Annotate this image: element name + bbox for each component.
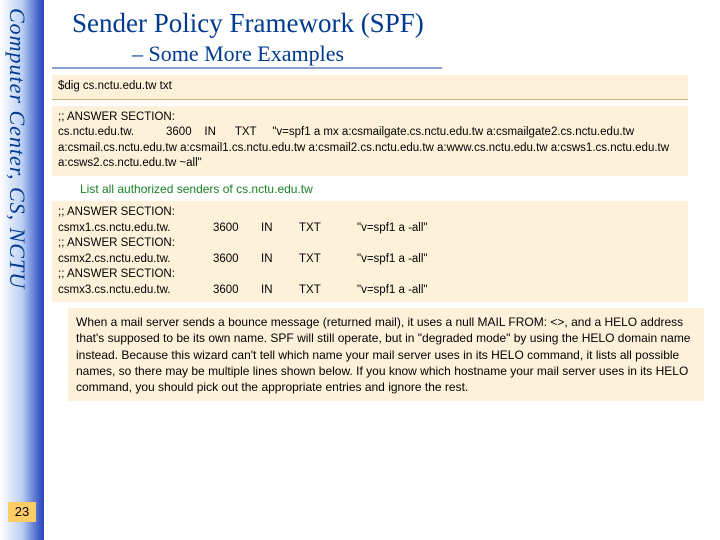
answer1-text: ;; ANSWER SECTION: cs.nctu.edu.tw. 3600 … bbox=[58, 111, 672, 170]
ttl-cell: 3600 bbox=[213, 252, 261, 268]
dig-command: $dig cs.nctu.edu.tw txt bbox=[52, 75, 688, 100]
sidebar-label: Computer Center, CS, NCTU bbox=[4, 8, 30, 289]
answer2-header-0: ;; ANSWER SECTION: bbox=[58, 205, 682, 221]
answer2-header-1: ;; ANSWER SECTION: bbox=[58, 236, 682, 252]
page-title: Sender Policy Framework (SPF) bbox=[52, 8, 712, 41]
note-authorized-senders: List all authorized senders of cs.nctu.e… bbox=[52, 176, 712, 202]
note-bounce-message: When a mail server sends a bounce messag… bbox=[68, 308, 704, 401]
in-cell: IN bbox=[261, 283, 299, 299]
in-cell: IN bbox=[261, 252, 299, 268]
type-cell: TXT bbox=[299, 252, 357, 268]
in-cell: IN bbox=[261, 221, 299, 237]
answer2-row: csmx2.cs.nctu.edu.tw. 3600 IN TXT "v=spf… bbox=[58, 252, 682, 268]
answer2-row: csmx3.cs.nctu.edu.tw. 3600 IN TXT "v=spf… bbox=[58, 283, 682, 299]
value-cell: "v=spf1 a -all" bbox=[357, 252, 682, 268]
answer2-header-2: ;; ANSWER SECTION: bbox=[58, 267, 682, 283]
answer-section-1: ;; ANSWER SECTION: cs.nctu.edu.tw. 3600 … bbox=[52, 106, 688, 176]
answer2-row: csmx1.cs.nctu.edu.tw. 3600 IN TXT "v=spf… bbox=[58, 221, 682, 237]
sidebar: Computer Center, CS, NCTU 23 bbox=[0, 0, 44, 540]
host-cell: csmx1.cs.nctu.edu.tw. bbox=[58, 221, 213, 237]
slide-content: Sender Policy Framework (SPF) – Some Mor… bbox=[52, 8, 712, 401]
value-cell: "v=spf1 a -all" bbox=[357, 283, 682, 299]
host-cell: csmx3.cs.nctu.edu.tw. bbox=[58, 283, 213, 299]
page-number: 23 bbox=[8, 502, 36, 522]
type-cell: TXT bbox=[299, 283, 357, 299]
value-cell: "v=spf1 a -all" bbox=[357, 221, 682, 237]
answer-section-2: ;; ANSWER SECTION: csmx1.cs.nctu.edu.tw.… bbox=[52, 201, 688, 302]
type-cell: TXT bbox=[299, 221, 357, 237]
ttl-cell: 3600 bbox=[213, 283, 261, 299]
host-cell: csmx2.cs.nctu.edu.tw. bbox=[58, 252, 213, 268]
ttl-cell: 3600 bbox=[213, 221, 261, 237]
page-subtitle: – Some More Examples bbox=[52, 41, 442, 69]
